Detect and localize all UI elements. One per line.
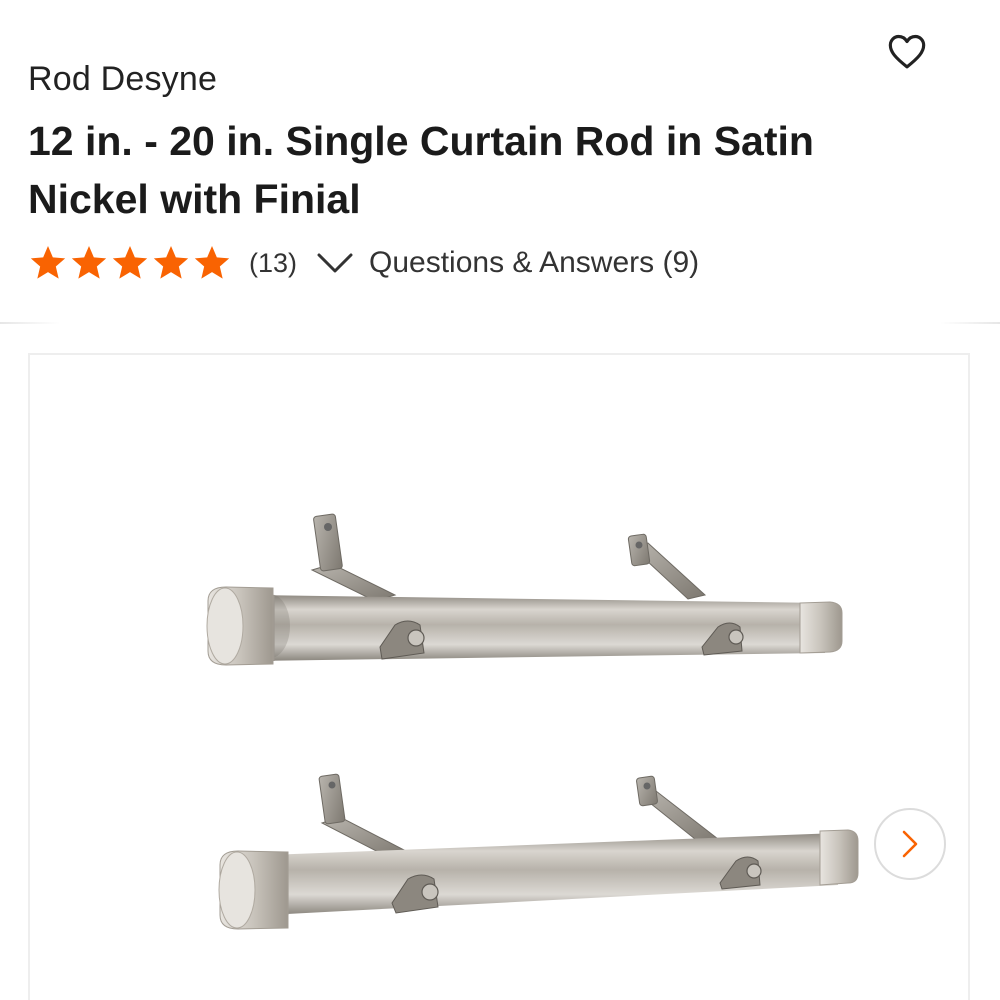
star-filled-icon bbox=[112, 246, 148, 279]
next-image-button[interactable] bbox=[874, 808, 946, 880]
brand-name[interactable]: Rod Desyne bbox=[28, 60, 217, 99]
product-image[interactable] bbox=[30, 355, 970, 1000]
star-filled-icon bbox=[30, 246, 66, 279]
questions-answers-link[interactable]: Questions & Answers (9) bbox=[369, 246, 699, 280]
star-filled-icon bbox=[194, 246, 230, 279]
star-rating[interactable] bbox=[28, 243, 233, 283]
favorite-button[interactable] bbox=[884, 28, 930, 74]
product-page: Rod Desyne 12 in. - 20 in. Single Curtai… bbox=[0, 0, 1000, 1000]
product-image-frame bbox=[28, 353, 970, 1000]
curtain-rod-lower bbox=[218, 773, 859, 930]
star-filled-icon bbox=[71, 246, 107, 279]
curtain-rod-upper bbox=[206, 513, 843, 666]
chevron-right-icon bbox=[902, 830, 918, 858]
product-title: 12 in. - 20 in. Single Curtain Rod in Sa… bbox=[28, 118, 814, 222]
divider bbox=[0, 322, 1000, 324]
heart-outline-icon bbox=[888, 34, 926, 69]
chevron-down-icon[interactable] bbox=[315, 248, 355, 278]
review-count[interactable]: (13) bbox=[249, 248, 297, 279]
star-filled-icon bbox=[153, 246, 189, 279]
rating-row: (13) Questions & Answers (9) bbox=[28, 240, 699, 286]
